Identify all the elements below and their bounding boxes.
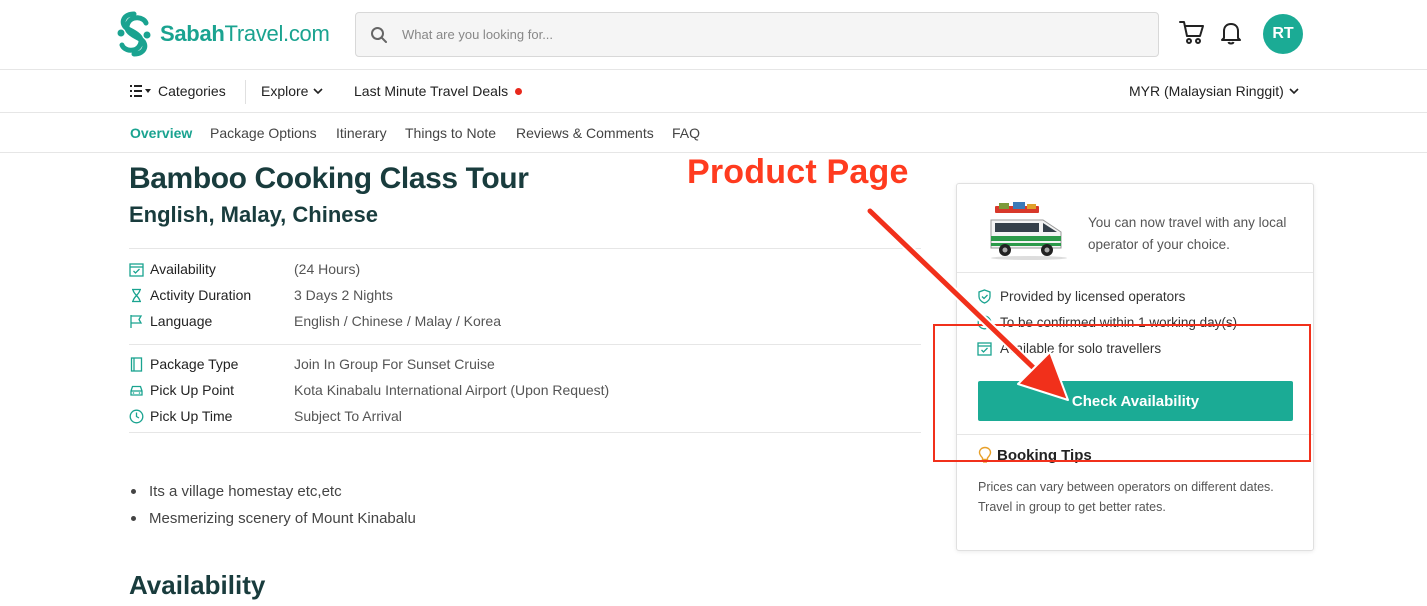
van-icon bbox=[990, 202, 1067, 260]
tip-line: Prices can vary between operators on dif… bbox=[978, 480, 1274, 494]
document-icon bbox=[130, 356, 143, 372]
detail-label: Availability bbox=[150, 261, 216, 277]
new-indicator-dot bbox=[515, 87, 523, 95]
list-item: Its a village homestay etc,etc bbox=[131, 478, 416, 505]
highlight-text: Its a village homestay etc,etc bbox=[149, 483, 342, 500]
tab-reviews[interactable]: Reviews & Comments bbox=[516, 125, 654, 141]
operator-notice: You can now travel with any local operat… bbox=[957, 184, 1313, 273]
logo[interactable]: SabahTravel.com bbox=[114, 10, 330, 58]
list-icon bbox=[130, 85, 151, 97]
feature-text: Provided by licensed operators bbox=[1000, 288, 1186, 304]
detail-value: Join In Group For Sunset Cruise bbox=[294, 356, 495, 372]
bullet-dot bbox=[131, 516, 136, 521]
detail-value: Kota Kinabalu International Airport (Upo… bbox=[294, 382, 610, 398]
detail-pickup-point: Pick Up Point Kota Kinabalu Internationa… bbox=[129, 380, 609, 400]
operator-message: You can now travel with any local operat… bbox=[1088, 215, 1287, 252]
car-icon bbox=[130, 385, 143, 396]
detail-value: 3 Days 2 Nights bbox=[294, 287, 393, 303]
list-item: Mesmerizing scenery of Mount Kinabalu bbox=[131, 505, 416, 532]
highlight-text: Mesmerizing scenery of Mount Kinabalu bbox=[149, 510, 416, 527]
divider bbox=[129, 248, 921, 249]
detail-package-type: Package Type Join In Group For Sunset Cr… bbox=[129, 354, 495, 374]
logo-text: SabahTravel.com bbox=[160, 21, 330, 46]
tab-overview[interactable]: Overview bbox=[130, 125, 192, 141]
availability-heading: Availability bbox=[129, 570, 266, 600]
currency-label: MYR (Malaysian Ringgit) bbox=[1129, 83, 1284, 99]
clock-icon bbox=[129, 409, 144, 423]
tab-package-options[interactable]: Package Options bbox=[210, 125, 317, 141]
shield-check-icon bbox=[978, 288, 991, 304]
nav-categories[interactable]: Categories bbox=[130, 83, 226, 99]
bullet-dot bbox=[131, 489, 136, 494]
product-tabs: Overview Package Options Itinerary Thing… bbox=[0, 113, 1427, 153]
currency-selector[interactable]: MYR (Malaysian Ringgit) bbox=[1129, 83, 1299, 99]
search-box[interactable] bbox=[355, 12, 1159, 57]
chevron-down-icon bbox=[313, 87, 324, 94]
hourglass-icon bbox=[132, 288, 141, 302]
chevron-down-icon bbox=[1289, 87, 1299, 94]
annotation-highlight-box bbox=[933, 324, 1311, 462]
nav-explore[interactable]: Explore bbox=[261, 83, 324, 99]
search-icon bbox=[371, 26, 387, 43]
detail-language: Language English / Chinese / Malay / Kor… bbox=[129, 311, 501, 331]
tab-itinerary[interactable]: Itinerary bbox=[336, 125, 387, 141]
calendar-check-icon bbox=[129, 262, 144, 277]
cart-icon[interactable] bbox=[1178, 18, 1206, 46]
avatar[interactable]: RT bbox=[1263, 14, 1303, 54]
detail-availability: Availability (24 Hours) bbox=[129, 259, 360, 279]
detail-value: Subject To Arrival bbox=[294, 408, 402, 424]
detail-value: English / Chinese / Malay / Korea bbox=[294, 313, 501, 329]
highlights-list: Its a village homestay etc,etc Mesmerizi… bbox=[131, 478, 416, 532]
detail-label: Pick Up Point bbox=[150, 382, 235, 398]
product-subtitle: English, Malay, Chinese bbox=[129, 202, 378, 227]
main-nav: Categories Explore Last Minute Travel De… bbox=[0, 70, 1427, 113]
detail-label: Package Type bbox=[150, 356, 239, 372]
search-input[interactable] bbox=[402, 27, 1102, 42]
product-title: Bamboo Cooking Class Tour bbox=[129, 162, 529, 195]
logo-icon bbox=[117, 11, 151, 57]
nav-categories-label: Categories bbox=[158, 83, 226, 99]
tab-faq[interactable]: FAQ bbox=[672, 125, 700, 141]
nav-explore-label: Explore bbox=[261, 83, 309, 99]
site-header: SabahTravel.com RT bbox=[0, 0, 1427, 70]
tip-line: Travel in group to get better rates. bbox=[978, 500, 1166, 514]
detail-pickup-time: Pick Up Time Subject To Arrival bbox=[129, 406, 402, 426]
detail-label: Activity Duration bbox=[150, 287, 252, 303]
nav-divider bbox=[245, 80, 246, 104]
divider bbox=[129, 432, 921, 433]
divider bbox=[129, 344, 921, 345]
feature-licensed: Provided by licensed operators bbox=[977, 286, 1185, 306]
booking-tips-text: Prices can vary between operators on dif… bbox=[978, 477, 1298, 517]
detail-label: Language bbox=[150, 313, 213, 329]
tab-things-to-note[interactable]: Things to Note bbox=[405, 125, 496, 141]
nav-deals[interactable]: Last Minute Travel Deals bbox=[354, 83, 523, 99]
detail-label: Pick Up Time bbox=[150, 408, 233, 424]
bell-icon[interactable] bbox=[1219, 20, 1243, 46]
annotation-label: Product Page bbox=[687, 153, 909, 191]
detail-duration: Activity Duration 3 Days 2 Nights bbox=[129, 285, 393, 305]
detail-value: (24 Hours) bbox=[294, 261, 361, 277]
nav-deals-label: Last Minute Travel Deals bbox=[354, 83, 509, 99]
flag-icon bbox=[130, 314, 143, 328]
